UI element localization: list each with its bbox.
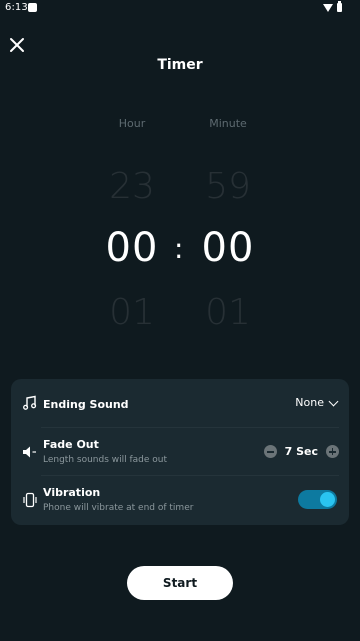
minute-next-value: 01 [205,292,251,333]
ending-sound-value: None [295,396,324,409]
fade-out-title: Fade Out [43,438,99,451]
hour-label: Hour [118,117,146,130]
minute-current-value: 00 [201,225,255,271]
start-button[interactable]: Start [127,566,233,600]
close-icon [10,38,24,52]
fade-out-stepper: 7 Sec [263,445,339,458]
decrement-button[interactable] [263,445,277,458]
minute-prev-value: 59 [205,166,251,207]
chevron-down-icon [328,396,339,406]
battery-icon [337,1,342,12]
status-icons [323,1,342,12]
wifi-icon [323,3,333,12]
music-note-icon [22,395,38,411]
minute-label: Minute [209,117,247,130]
close-button[interactable] [6,34,28,56]
vibration-toggle[interactable] [298,490,337,509]
fade-out-value: 7 Sec [284,445,318,458]
settings-card: Ending Sound None Fade Out Length sounds… [11,379,349,525]
speaker-icon [22,444,38,460]
increment-button[interactable] [326,445,339,458]
ending-sound-select[interactable]: None [295,396,339,409]
hour-next-value: 01 [109,292,155,333]
ending-sound-row[interactable]: Ending Sound None [11,379,349,427]
ending-sound-title: Ending Sound [43,398,129,411]
hour-current-value: 00 [105,225,159,271]
vibration-icon [22,492,38,508]
fade-out-subtitle: Length sounds will fade out [43,455,168,465]
hour-prev-value: 23 [109,166,155,207]
status-bar: 6:13 [0,0,360,16]
vibration-title: Vibration [43,486,101,499]
toggle-knob [320,492,335,507]
notification-icon [28,3,37,12]
vibration-subtitle: Phone will vibrate at end of timer [43,503,194,513]
page-title: Timer [157,57,203,73]
status-time: 6:13 [5,2,28,13]
